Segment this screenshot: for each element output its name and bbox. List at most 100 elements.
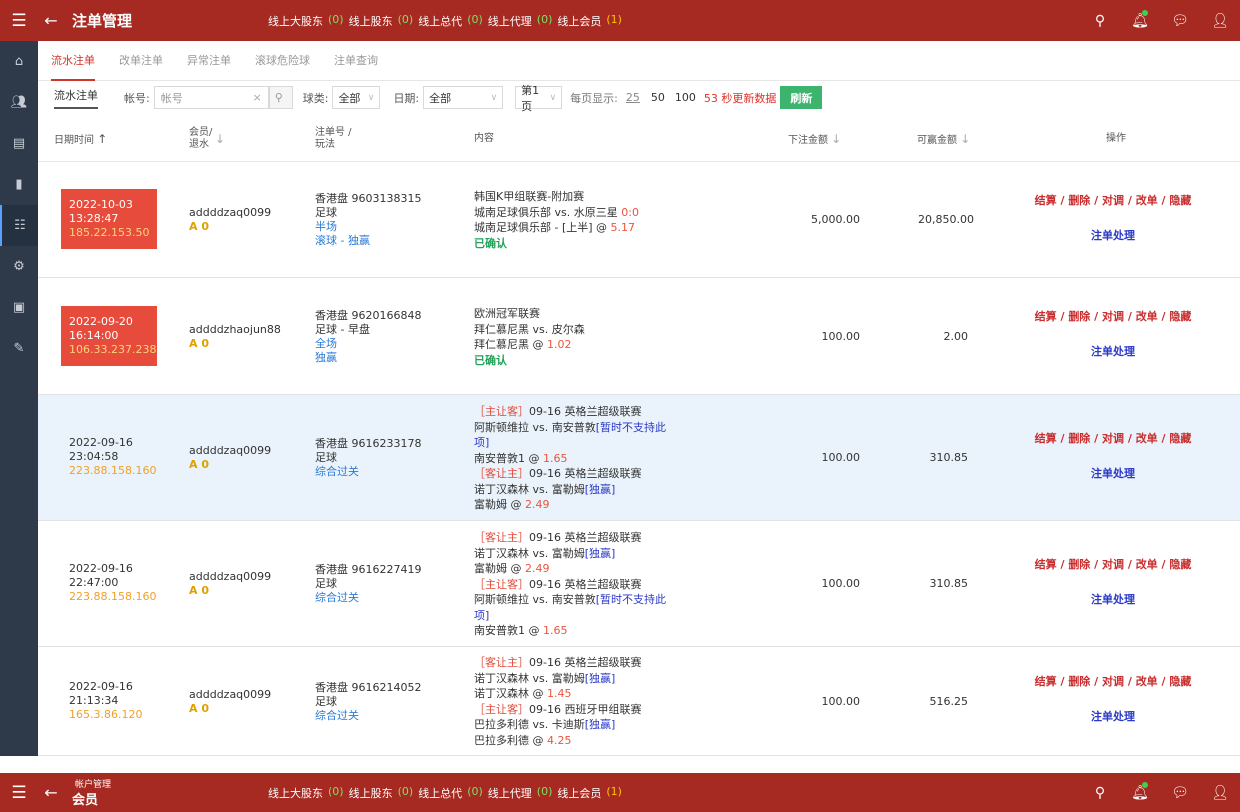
perpage-option[interactable]: 25 [626, 91, 640, 104]
date-select[interactable]: 全部 ∨ [423, 86, 504, 109]
home-icon[interactable]: ⌂ [0, 41, 38, 82]
back-arrow-icon[interactable]: ← [38, 783, 64, 802]
process-bet-link[interactable]: 注单处理 [1023, 465, 1203, 481]
online-label[interactable]: 线上总代 [418, 785, 462, 801]
online-label[interactable]: 线上代理 [488, 13, 532, 29]
hide-button[interactable]: 隐藏 [1169, 558, 1191, 571]
process-bet-link[interactable]: 注单处理 [1023, 343, 1203, 359]
content-text: 欧洲冠军联赛 [474, 307, 540, 320]
delete-button[interactable]: 删除 [1068, 675, 1090, 688]
online-label[interactable]: 线上代理 [488, 785, 532, 801]
delete-button[interactable]: 删除 [1068, 194, 1090, 207]
menu-icon[interactable]: ☰ [0, 783, 38, 803]
chat-icon[interactable]: 💬︎ [1160, 785, 1200, 801]
col-datetime[interactable]: 日期时间 ↑ [54, 133, 107, 147]
delete-button[interactable]: 删除 [1068, 310, 1090, 323]
settle-button[interactable]: 结算 [1035, 558, 1057, 571]
search-button[interactable]: ⚲ [268, 86, 293, 109]
process-bet-link[interactable]: 注单处理 [1023, 708, 1203, 724]
sort-down-icon[interactable]: ↓ [960, 132, 970, 146]
swap-button[interactable]: 对调 [1102, 194, 1124, 207]
document-icon[interactable]: ▤ [0, 123, 38, 164]
member-account[interactable]: addddzaq0099 [189, 444, 271, 458]
hide-button[interactable]: 隐藏 [1169, 310, 1191, 323]
winnable-amount: 2.00 [943, 330, 969, 343]
settle-button[interactable]: 结算 [1035, 310, 1057, 323]
online-label[interactable]: 线上大股东 [268, 13, 323, 29]
col-winnable[interactable]: 可赢金额 ↓ [917, 133, 970, 147]
refresh-button[interactable]: 刷新 [780, 86, 823, 109]
search-icon[interactable]: ⚲ [1080, 13, 1120, 29]
member-account[interactable]: addddzaq0099 [189, 206, 271, 220]
search-icon[interactable]: ⚲ [1080, 785, 1120, 801]
bar-chart-icon[interactable]: ▮ [0, 164, 38, 205]
online-label[interactable]: 线上股东 [349, 13, 393, 29]
online-label[interactable]: 线上股东 [349, 785, 393, 801]
chat-icon[interactable]: 💬︎ [1160, 13, 1200, 29]
hide-button[interactable]: 隐藏 [1169, 194, 1191, 207]
col-ops: 操作 [1106, 133, 1126, 144]
tab-abnormal-bets[interactable]: 异常注单 [187, 41, 231, 81]
content-line: 拜仁慕尼黑 @ 1.02 [474, 337, 679, 353]
bet-type-link[interactable]: [独赢] [585, 483, 616, 496]
online-label[interactable]: 线上大股东 [268, 785, 323, 801]
swap-button[interactable]: 对调 [1102, 310, 1124, 323]
user-icon[interactable]: 👤︎ [1200, 13, 1240, 29]
sort-down-icon[interactable]: ↓ [215, 133, 225, 145]
modify-button[interactable]: 改单 [1136, 558, 1158, 571]
bet-type-link[interactable]: [独赢] [585, 718, 616, 731]
back-arrow-icon[interactable]: ← [38, 11, 64, 30]
menu-icon[interactable]: ☰ [0, 11, 38, 31]
delete-button[interactable]: 删除 [1068, 558, 1090, 571]
process-bet-link[interactable]: 注单处理 [1023, 227, 1203, 243]
user-icon[interactable]: 👤︎ [1200, 785, 1240, 801]
page-select[interactable]: 第1页 ∨ [515, 84, 563, 113]
list-icon[interactable]: ☷ [0, 205, 38, 246]
sport-select[interactable]: 全部 ∨ [332, 86, 381, 109]
col-member[interactable]: 会员/↓ 退水 [189, 127, 225, 151]
member-account[interactable]: addddzhaojun88 [189, 323, 281, 337]
content-line: 阿斯顿维拉 vs. 南安普敦[暂时不支持此项] [474, 592, 679, 623]
member-account[interactable]: addddzaq0099 [189, 688, 271, 702]
settings-icon[interactable]: ⚙ [0, 246, 38, 287]
clear-icon[interactable]: × [253, 91, 262, 104]
online-label[interactable]: 线上会员 [557, 13, 601, 29]
clipboard-icon[interactable]: ▣ [0, 287, 38, 328]
swap-button[interactable]: 对调 [1102, 432, 1124, 445]
online-label[interactable]: 线上会员 [557, 785, 601, 801]
hide-button[interactable]: 隐藏 [1169, 432, 1191, 445]
bet-type-link[interactable]: [独赢] [585, 547, 616, 560]
tab-bet-query[interactable]: 注单查询 [334, 41, 378, 81]
online-label[interactable]: 线上总代 [418, 13, 462, 29]
modify-button[interactable]: 改单 [1136, 432, 1158, 445]
member-account[interactable]: addddzaq0099 [189, 570, 271, 584]
settle-button[interactable]: 结算 [1035, 194, 1057, 207]
perpage-option[interactable]: 100 [675, 91, 696, 104]
settle-button[interactable]: 结算 [1035, 432, 1057, 445]
tab-modified-bets[interactable]: 改单注单 [119, 41, 163, 81]
odds-value: 5.17 [610, 221, 636, 234]
settle-button[interactable]: 结算 [1035, 675, 1057, 688]
delete-button[interactable]: 删除 [1068, 432, 1090, 445]
content-text: 09-16 英格兰超级联赛 [529, 577, 642, 591]
modify-button[interactable]: 改单 [1136, 675, 1158, 688]
edit-icon[interactable]: ✎ [0, 328, 38, 369]
modify-button[interactable]: 改单 [1136, 194, 1158, 207]
modify-button[interactable]: 改单 [1136, 310, 1158, 323]
tab-flow-bets[interactable]: 流水注单 [51, 41, 95, 81]
bet-type-link[interactable]: [独赢] [585, 672, 616, 685]
account-input[interactable]: 帐号 × [153, 86, 269, 109]
tab-danger-ball[interactable]: 滚球危险球 [255, 41, 310, 81]
swap-button[interactable]: 对调 [1102, 558, 1124, 571]
sort-up-icon[interactable]: ↑ [97, 132, 107, 146]
col-amount[interactable]: 下注金额 ↓ [788, 133, 841, 147]
ops-separator: / [1090, 558, 1102, 571]
hide-button[interactable]: 隐藏 [1169, 675, 1191, 688]
users-icon[interactable]: 👥︎ [0, 82, 38, 123]
process-bet-link[interactable]: 注单处理 [1023, 591, 1203, 607]
bell-icon[interactable]: 🔔︎ [1120, 9, 1160, 29]
sort-down-icon[interactable]: ↓ [831, 132, 841, 146]
swap-button[interactable]: 对调 [1102, 675, 1124, 688]
perpage-option[interactable]: 50 [651, 91, 665, 104]
bell-icon[interactable]: 🔔︎ [1120, 781, 1160, 801]
